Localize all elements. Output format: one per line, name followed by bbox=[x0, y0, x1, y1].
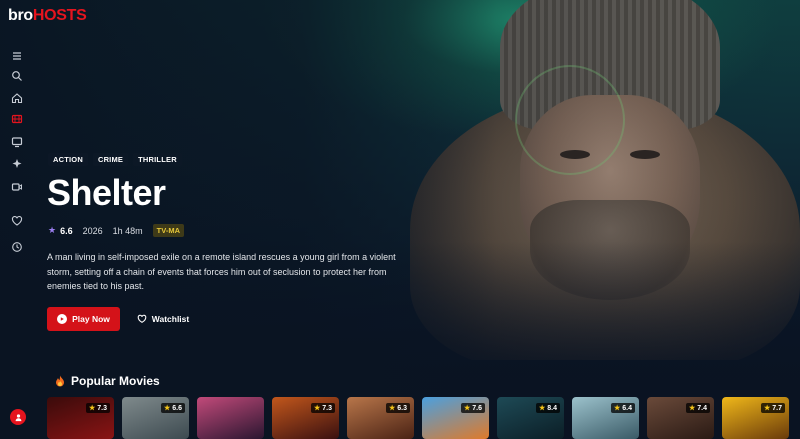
tv-icon[interactable] bbox=[8, 133, 26, 151]
movie-card[interactable]: ★ 7.7 bbox=[722, 397, 789, 439]
movie-card[interactable]: ★ 6.3 bbox=[347, 397, 414, 439]
search-icon[interactable] bbox=[8, 67, 26, 85]
user-icon bbox=[15, 413, 21, 421]
movie-rating-badge: ★ 6.6 bbox=[161, 403, 185, 413]
movie-rating-badge: ★ 7.7 bbox=[761, 403, 785, 413]
movie-rating-value: 6.3 bbox=[397, 405, 407, 412]
video-camera-icon[interactable] bbox=[8, 178, 26, 196]
user-avatar-button[interactable] bbox=[10, 409, 26, 425]
genre-tags: ACTION CRIME THRILLER bbox=[48, 153, 182, 166]
movie-rating-badge: ★ 6.4 bbox=[611, 403, 635, 413]
movie-rating-value: 8.4 bbox=[547, 405, 557, 412]
popular-movies-row: ★ 7.3 ★ 6.6 ★ 7.3 ★ 6.3 ★ 7.6 ★ 8.4 ★ 6.4 ★ 7.4… bbox=[47, 397, 789, 439]
movie-card[interactable]: ★ 7.3 bbox=[272, 397, 339, 439]
movie-card[interactable]: ★ 6.6 bbox=[122, 397, 189, 439]
watchlist-label: Watchlist bbox=[151, 314, 190, 324]
movie-rating-value: 7.6 bbox=[472, 405, 482, 412]
fire-icon bbox=[56, 375, 64, 387]
star-icon: ★ bbox=[48, 225, 57, 235]
movie-rating-badge: ★ 7.3 bbox=[311, 403, 335, 413]
genre-tag[interactable]: ACTION bbox=[48, 153, 88, 166]
movie-rating-value: 6.4 bbox=[622, 405, 632, 412]
runtime: 1h 48m bbox=[112, 225, 143, 236]
play-now-button[interactable]: Play Now bbox=[47, 307, 120, 331]
movie-rating-badge: ★ 8.4 bbox=[536, 403, 560, 413]
movie-card[interactable] bbox=[197, 397, 264, 439]
movie-rating-value: 7.7 bbox=[772, 405, 782, 412]
movie-card[interactable]: ★ 7.3 bbox=[47, 397, 114, 439]
movie-rating-value: 7.4 bbox=[697, 405, 707, 412]
movie-rating-value: 6.6 bbox=[172, 405, 182, 412]
film-icon[interactable] bbox=[8, 110, 26, 128]
hero-description: A man living in self-imposed exile on a … bbox=[47, 252, 396, 291]
menu-icon[interactable] bbox=[8, 47, 26, 65]
genre-tag[interactable]: CRIME bbox=[92, 153, 129, 166]
movie-rating-value: 7.3 bbox=[97, 405, 107, 412]
movie-card[interactable]: ★ 7.6 bbox=[422, 397, 489, 439]
certification-badge: TV-MA bbox=[152, 224, 184, 237]
sidebar bbox=[0, 36, 34, 439]
heart-icon[interactable] bbox=[8, 212, 26, 230]
movie-card[interactable]: ★ 8.4 bbox=[497, 397, 564, 439]
sparkle-icon[interactable] bbox=[8, 155, 26, 173]
movie-rating-badge: ★ 6.3 bbox=[386, 403, 410, 413]
rating-value: 6.6 bbox=[60, 225, 73, 236]
clock-icon[interactable] bbox=[8, 238, 26, 256]
release-year: 2026 bbox=[82, 225, 103, 236]
movie-card[interactable]: ★ 7.4 bbox=[647, 397, 714, 439]
genre-tag[interactable]: THRILLER bbox=[133, 153, 182, 166]
movie-rating-badge: ★ 7.3 bbox=[86, 403, 110, 413]
movie-rating-value: 7.3 bbox=[322, 405, 332, 412]
play-now-label: Play Now bbox=[72, 314, 110, 324]
play-icon bbox=[57, 314, 68, 324]
movie-card[interactable]: ★ 6.4 bbox=[572, 397, 639, 439]
hero-title: Shelter bbox=[47, 172, 166, 213]
hero-meta: ★ 6.6 2026 1h 48m TV-MA bbox=[48, 224, 184, 237]
movie-rating-badge: ★ 7.4 bbox=[686, 403, 710, 413]
movie-rating-badge: ★ 7.6 bbox=[461, 403, 485, 413]
heart-icon bbox=[137, 314, 147, 323]
brand-logo[interactable]: broHOSTS bbox=[8, 7, 87, 25]
popular-movies-title: Popular Movies bbox=[71, 374, 160, 388]
popular-movies-heading: Popular Movies bbox=[55, 374, 160, 388]
home-icon[interactable] bbox=[8, 89, 26, 107]
watchlist-button[interactable]: Watchlist bbox=[130, 307, 196, 331]
